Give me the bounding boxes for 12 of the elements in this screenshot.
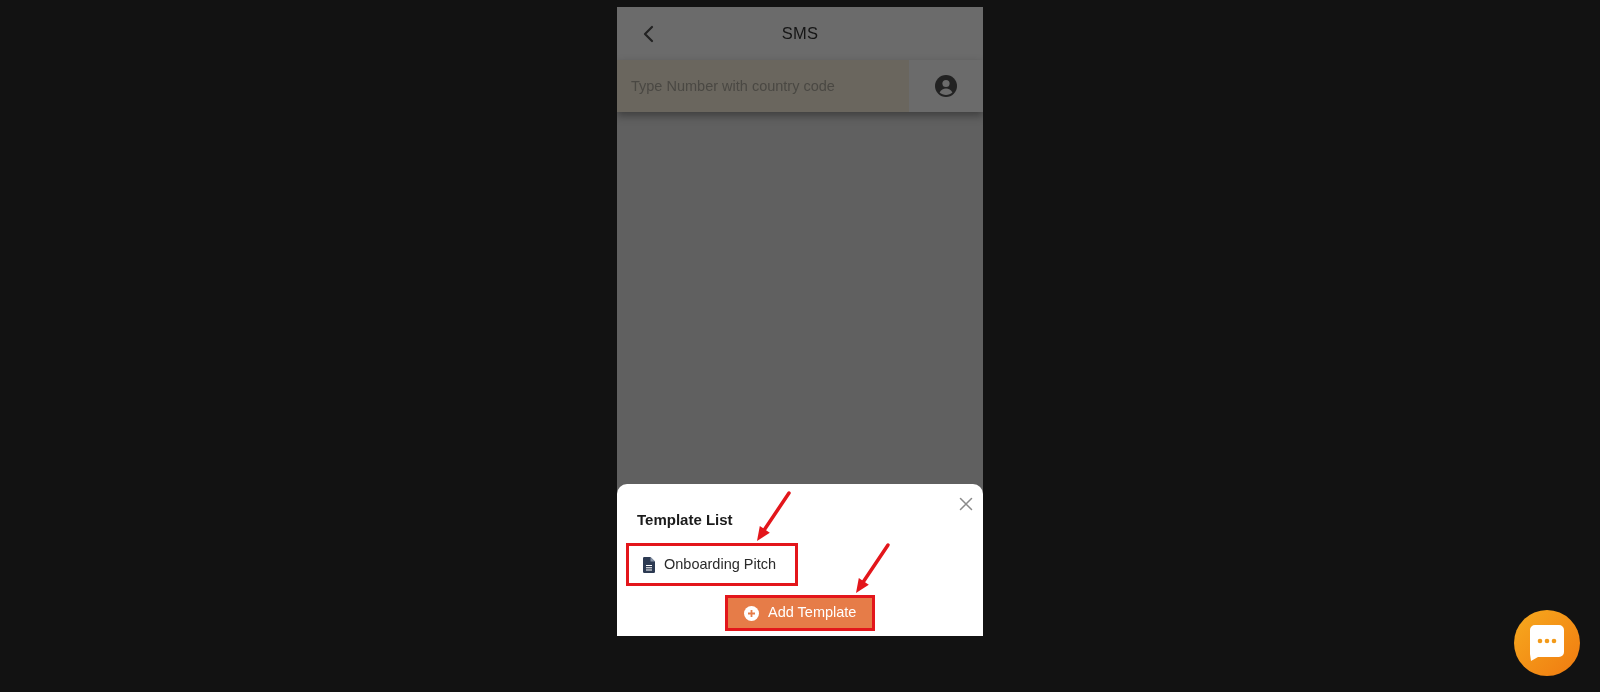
chat-bubble-icon [1529, 624, 1565, 662]
template-item[interactable]: Onboarding Pitch [626, 543, 798, 586]
chevron-left-icon [642, 24, 654, 43]
document-icon [643, 556, 655, 573]
screen-title: SMS [781, 23, 819, 44]
close-button[interactable] [959, 497, 973, 511]
sheet-title: Template List [637, 511, 733, 529]
plus-circle-icon [744, 605, 759, 621]
close-icon [959, 497, 973, 511]
back-button[interactable] [642, 24, 654, 43]
contact-button[interactable] [909, 60, 983, 112]
person-circle-icon [935, 75, 957, 97]
